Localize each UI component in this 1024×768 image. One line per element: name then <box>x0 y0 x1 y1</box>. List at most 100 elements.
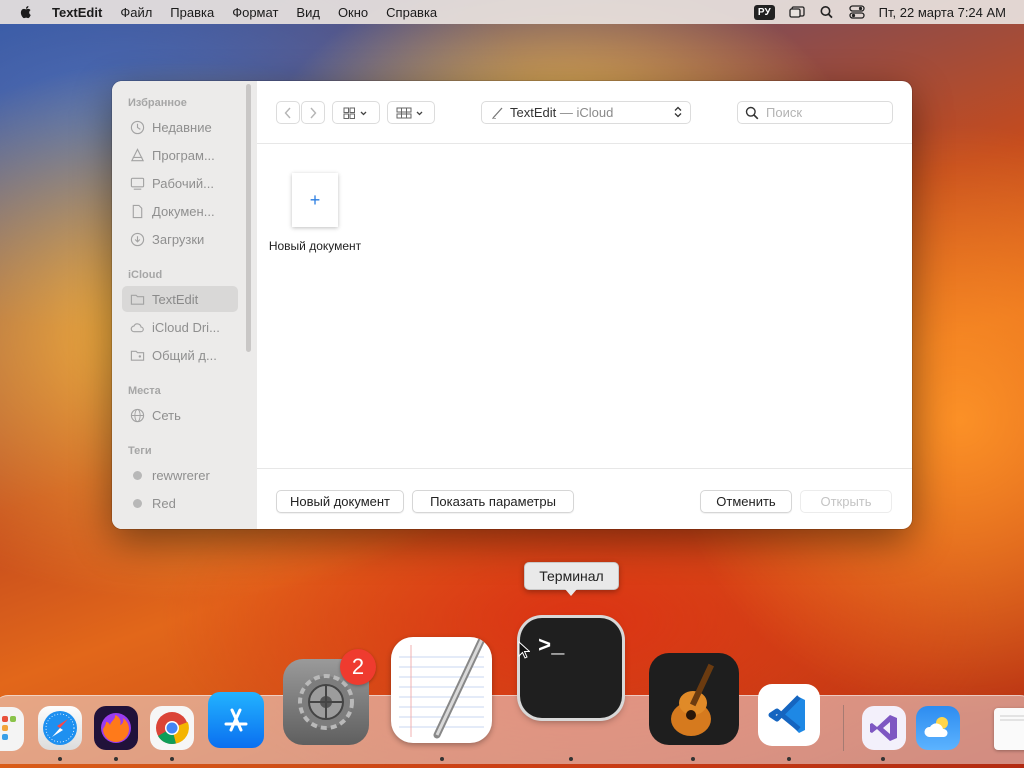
menu-format[interactable]: Формат <box>232 5 278 20</box>
plus-icon: + <box>309 189 321 210</box>
open-button[interactable]: Открыть <box>800 490 892 513</box>
dialog-footer: Новый документ Показать параметры Отмени… <box>257 468 912 529</box>
terminal-icon[interactable]: >_ <box>520 618 622 718</box>
document-preview-icon[interactable] <box>994 708 1024 750</box>
running-indicator <box>170 757 174 761</box>
group-by-button[interactable] <box>387 101 435 124</box>
sidebar-item-desktop[interactable]: Рабочий... <box>122 170 238 196</box>
sidebar-item-recents[interactable]: Недавние <box>122 114 238 140</box>
textedit-icon[interactable] <box>391 637 492 743</box>
sidebar-item-label: iCloud Dri... <box>152 319 220 335</box>
chevron-left-icon <box>284 107 291 118</box>
location-app: TextEdit <box>510 105 557 120</box>
menu-clock[interactable]: Пт, 22 марта 7:24 AM <box>879 5 1006 20</box>
search-input[interactable] <box>764 104 888 121</box>
show-options-button[interactable]: Показать параметры <box>412 490 574 513</box>
view-mode-button[interactable] <box>332 101 380 124</box>
sidebar-item-label: Програм... <box>152 147 215 163</box>
location-place: iCloud <box>576 105 614 120</box>
folder-icon <box>130 294 145 305</box>
garageband-icon[interactable] <box>649 653 739 745</box>
sidebar-item-network[interactable]: Сеть <box>122 402 238 428</box>
sidebar-item-label: Недавние <box>152 119 212 135</box>
sidebar-item-label: Загрузки <box>152 231 205 247</box>
running-indicator <box>691 757 695 761</box>
sidebar-item-label: Сеть <box>152 407 181 423</box>
running-indicator <box>114 757 118 761</box>
sidebar-item-label: Докумен... <box>152 203 215 219</box>
new-document-button[interactable]: Новый документ <box>276 490 404 513</box>
search-field[interactable] <box>737 101 893 124</box>
group-grid-icon <box>396 107 423 118</box>
textedit-pen-icon <box>492 107 503 119</box>
cancel-button[interactable]: Отменить <box>700 490 792 513</box>
mouse-cursor-icon <box>518 641 530 659</box>
sidebar-section-icloud: iCloud <box>128 269 163 281</box>
dialog-toolbar: TextEdit — iCloud <box>257 81 912 144</box>
chrome-icon[interactable] <box>150 706 194 750</box>
sidebar-item-textedit[interactable]: TextEdit <box>122 286 238 312</box>
sidebar-section-favorites: Избранное <box>128 97 187 109</box>
running-indicator <box>881 757 885 761</box>
stage-manager-icon[interactable] <box>789 5 805 19</box>
network-globe-icon <box>130 408 145 422</box>
input-source-indicator[interactable]: РУ <box>753 4 775 20</box>
running-indicator <box>787 757 791 761</box>
launchpad-icon[interactable] <box>0 707 24 751</box>
running-indicator <box>440 757 444 761</box>
desktop-icon <box>130 177 145 190</box>
safari-icon[interactable] <box>38 706 82 750</box>
shared-folder-icon <box>130 350 145 361</box>
firefox-icon[interactable] <box>94 706 138 750</box>
clock-icon <box>130 120 145 134</box>
cloud-icon <box>130 322 144 332</box>
sidebar-item-icloud-drive[interactable]: iCloud Dri... <box>122 314 238 340</box>
weather-icon[interactable] <box>916 706 960 750</box>
notification-badge: 2 <box>340 649 376 685</box>
sidebar-item-downloads[interactable]: Загрузки <box>122 226 238 252</box>
menu-window[interactable]: Окно <box>338 5 368 20</box>
location-separator: — <box>556 105 577 120</box>
new-document-tile[interactable]: + <box>292 173 338 227</box>
sidebar-item-applications[interactable]: Програм... <box>122 142 238 168</box>
menu-help[interactable]: Справка <box>386 5 437 20</box>
sidebar-item-tag-rewwrerer[interactable]: rewwrerer <box>122 462 238 488</box>
dock-tooltip: Терминал <box>524 562 619 596</box>
file-browser: TextEdit — iCloud + Новый документ Новый… <box>257 81 912 529</box>
visual-studio-icon[interactable] <box>862 706 906 750</box>
updown-chevron-icon <box>674 106 682 118</box>
sidebar-section-places: Места <box>128 385 161 397</box>
document-icon <box>132 204 143 218</box>
sidebar-item-label: Рабочий... <box>152 175 214 191</box>
menu-file[interactable]: Файл <box>120 5 152 20</box>
spotlight-search-icon[interactable] <box>819 5 835 19</box>
menu-app-name[interactable]: TextEdit <box>52 5 102 20</box>
dock-separator <box>843 705 844 751</box>
vscode-icon[interactable] <box>758 684 820 746</box>
menu-view[interactable]: Вид <box>296 5 320 20</box>
sidebar-item-label: rewwrerer <box>152 467 210 483</box>
sidebar: Избранное Недавние Програм... Рабочий...… <box>112 81 257 529</box>
menu-edit[interactable]: Правка <box>170 5 214 20</box>
back-button[interactable] <box>276 101 300 124</box>
new-document-tile-label[interactable]: Новый документ <box>257 239 373 253</box>
search-icon <box>745 106 759 119</box>
control-center-icon[interactable] <box>849 5 865 19</box>
app-store-icon[interactable] <box>208 692 264 748</box>
tag-dot-icon <box>133 498 142 508</box>
menu-bar: TextEdit Файл Правка Формат Вид Окно Спр… <box>0 0 1024 24</box>
sidebar-scrollbar[interactable] <box>246 84 251 352</box>
sidebar-item-shared[interactable]: Общий д... <box>122 342 238 368</box>
chevron-right-icon <box>310 107 317 118</box>
sidebar-item-documents[interactable]: Докумен... <box>122 198 238 224</box>
apple-menu-icon[interactable] <box>18 4 34 20</box>
running-indicator <box>58 757 62 761</box>
svg-text:>_: >_ <box>538 634 565 659</box>
download-icon <box>130 232 145 246</box>
open-file-dialog: Избранное Недавние Програм... Рабочий...… <box>112 81 912 529</box>
sidebar-item-label: TextEdit <box>152 291 199 307</box>
running-indicator <box>569 757 573 761</box>
forward-button[interactable] <box>301 101 325 124</box>
sidebar-item-tag-red[interactable]: Red <box>122 490 238 516</box>
location-popup[interactable]: TextEdit — iCloud <box>481 101 691 124</box>
